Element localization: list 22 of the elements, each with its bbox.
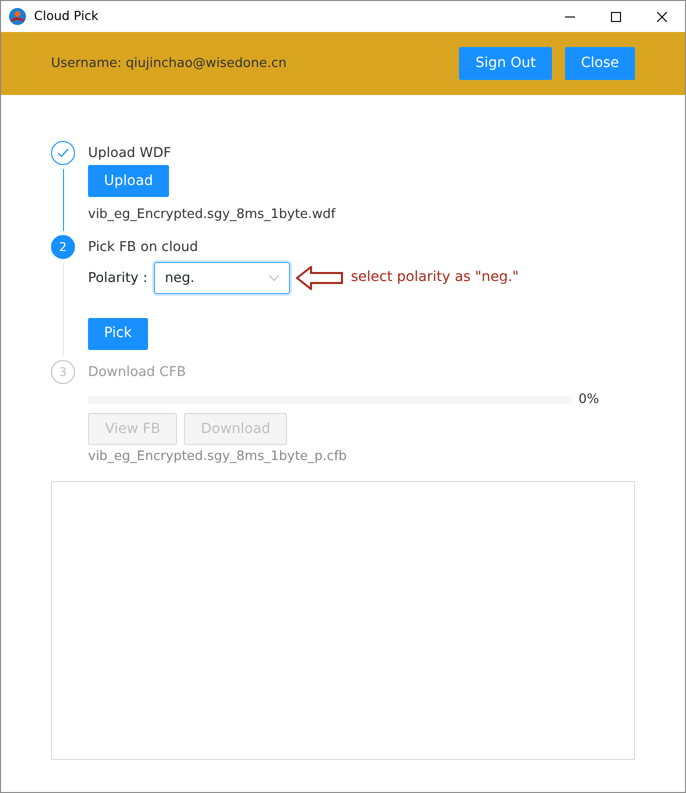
- arrow-left-icon: [296, 266, 344, 290]
- chevron-down-icon: [268, 274, 279, 281]
- step-number: 3: [51, 360, 75, 384]
- polarity-select[interactable]: neg.: [154, 262, 290, 294]
- maximize-icon[interactable]: [611, 12, 621, 22]
- step-title: Download CFB: [88, 362, 187, 382]
- progress-reading: 0%: [578, 391, 600, 410]
- app-logo-icon: [9, 8, 26, 25]
- username-label: Username: qiujinchao@wisedone.cn: [51, 54, 287, 73]
- header-button[interactable]: Sign Out: [459, 47, 552, 80]
- polarity-label: Polarity :: [88, 268, 148, 288]
- annotation-text: select polarity as "neg.": [350, 268, 519, 288]
- step-title: Upload WDF: [88, 144, 172, 163]
- close-icon[interactable]: [657, 12, 667, 22]
- window-title: Cloud Pick: [34, 7, 99, 26]
- step-button[interactable]: Pick: [88, 318, 148, 350]
- file-name: vib_eg_Encrypted.sgy_8ms_1byte.wdf: [88, 206, 337, 224]
- step-button[interactable]: Upload: [88, 165, 170, 197]
- step-title: Pick FB on cloud: [88, 238, 200, 256]
- step-number: 2: [51, 234, 75, 258]
- file-name: vib_eg_Encrypted.sgy_8ms_1byte_p.cfb: [88, 448, 348, 466]
- header-button[interactable]: Close: [564, 47, 635, 80]
